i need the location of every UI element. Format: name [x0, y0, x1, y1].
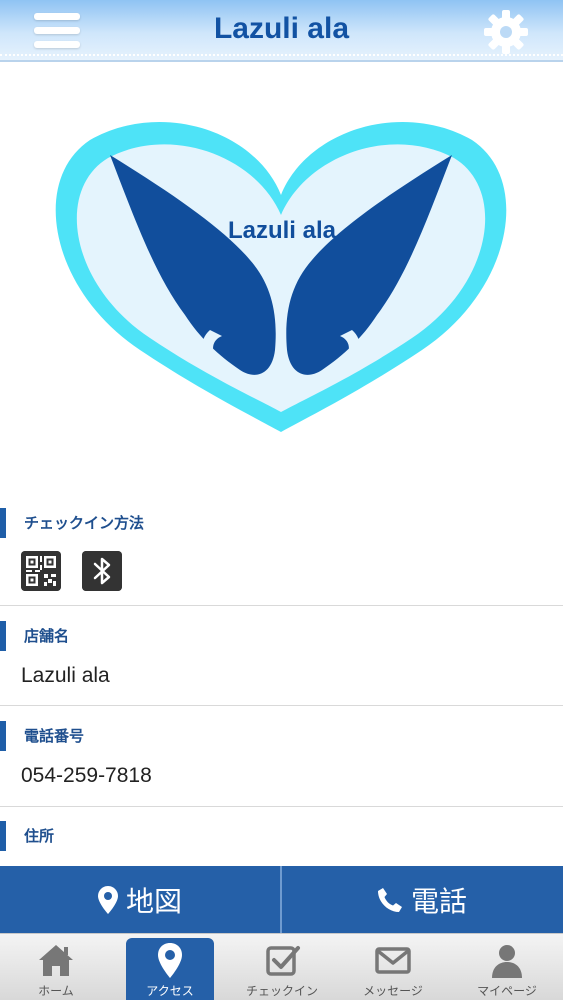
phone-section: 電話番号 054-259-7818 — [0, 721, 563, 807]
phone-icon — [377, 887, 402, 912]
tab-mypage-label: マイページ — [477, 984, 537, 998]
map-button[interactable]: 地図 — [0, 866, 280, 933]
store-name-section: 店舗名 Lazuli ala — [0, 621, 563, 706]
tab-home-label: ホーム — [38, 984, 74, 998]
phone-value[interactable]: 054-259-7818 — [21, 764, 152, 788]
checkbox-icon — [266, 946, 300, 976]
qr-code-icon — [21, 551, 61, 591]
tab-message[interactable]: メッセージ — [349, 934, 437, 1000]
address-label: 住所 — [0, 821, 54, 851]
tab-checkin[interactable]: チェックイン — [238, 934, 326, 1000]
bottom-tab-bar: ホーム アクセス チェックイン メッセージ マイページ — [0, 933, 563, 1000]
tab-access-label: アクセス — [146, 984, 194, 998]
checkin-method-label: チェックイン方法 — [0, 508, 144, 538]
home-icon — [39, 945, 73, 976]
action-bar: 地図 電話 — [0, 866, 563, 933]
app-header: Lazuli ala — [0, 0, 563, 62]
tab-home[interactable]: ホーム — [12, 934, 100, 1000]
call-button-label: 電話 — [410, 884, 467, 918]
logo-text: Lazuli ala — [228, 217, 337, 244]
call-button[interactable]: 電話 — [282, 866, 562, 933]
map-button-label: 地図 — [125, 884, 182, 918]
user-icon — [492, 945, 522, 978]
tab-message-label: メッセージ — [363, 984, 423, 998]
gear-icon[interactable] — [482, 8, 530, 56]
tab-mypage[interactable]: マイページ — [463, 934, 551, 1000]
map-pin-icon — [97, 885, 118, 914]
tab-checkin-label: チェックイン — [245, 984, 318, 998]
envelope-icon — [375, 947, 411, 974]
address-section: 住所 — [0, 821, 563, 866]
store-name-value: Lazuli ala — [21, 664, 110, 687]
store-name-label: 店舗名 — [0, 621, 69, 651]
map-pin-icon — [158, 943, 182, 978]
phone-label: 電話番号 — [0, 721, 84, 751]
app-title: Lazuli ala — [213, 12, 350, 45]
tab-access[interactable]: アクセス — [126, 938, 214, 1000]
bluetooth-icon — [82, 551, 122, 591]
store-logo: Lazuli ala — [55, 121, 507, 432]
